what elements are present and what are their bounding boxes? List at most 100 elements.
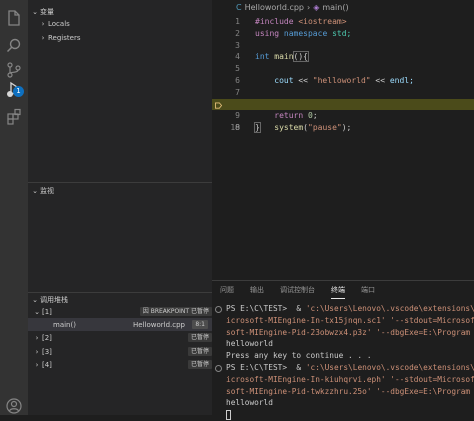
line-number: 7 bbox=[235, 87, 240, 97]
line-number: 10 bbox=[230, 123, 240, 133]
code-token: << bbox=[370, 75, 390, 85]
tab-debug-console[interactable]: 调试控制台 bbox=[272, 284, 323, 297]
code-token: int bbox=[255, 52, 270, 62]
watch-section-header[interactable]: ⌄ 监视 bbox=[28, 184, 212, 198]
chevron-down-icon: ⌄ bbox=[34, 307, 40, 316]
variables-title: 变量 bbox=[40, 8, 54, 16]
code-line: 10} bbox=[212, 122, 474, 134]
watch-title: 监视 bbox=[40, 187, 54, 195]
breadcrumb-file[interactable]: Helloworld.cpp bbox=[245, 3, 304, 12]
tab-problems[interactable]: 问题 bbox=[212, 284, 242, 297]
call-stack-thread-4[interactable]: › [4] 已暂停 bbox=[28, 358, 216, 371]
call-stack-thread-3[interactable]: › [3] 已暂停 bbox=[28, 345, 216, 358]
code-token: (){ bbox=[292, 51, 310, 63]
command-decoration-icon[interactable] bbox=[215, 306, 222, 313]
bottom-panel: 问题 输出 调试控制台 终端 端口 PS E:\C\TEST> & 'c:\Us… bbox=[212, 280, 474, 421]
files-icon[interactable] bbox=[4, 8, 24, 28]
code-token: endl; bbox=[389, 75, 414, 85]
terminal-line: soft-MIEngine-Pid-twkzzhru.25o' '--dbgEx… bbox=[226, 386, 474, 396]
code-editor: C Helloworld.cpp › ◈ main() 1 #include <i… bbox=[212, 0, 474, 280]
breadcrumb-symbol[interactable]: main() bbox=[322, 3, 348, 12]
source-control-icon[interactable] bbox=[4, 60, 24, 80]
terminal-line: Press any key to continue . . . bbox=[226, 351, 372, 361]
code-token: <iostream> bbox=[293, 17, 347, 26]
chevron-right-icon: › bbox=[41, 19, 45, 28]
code-line: 7 bbox=[212, 87, 474, 99]
code-token: "helloworld" bbox=[312, 75, 371, 85]
tab-ports[interactable]: 端口 bbox=[353, 284, 383, 297]
extensions-icon[interactable] bbox=[4, 107, 24, 127]
frame-name: main() bbox=[53, 320, 76, 329]
search-icon[interactable] bbox=[4, 36, 24, 56]
frame-line-badge: 8:1 bbox=[192, 320, 208, 329]
terminal-cursor bbox=[226, 410, 231, 421]
terminal-line: soft-MIEngine-Pid-23obwzx4.p3z' '--dbgEx… bbox=[226, 327, 474, 337]
line-number: 5 bbox=[235, 64, 240, 74]
breadcrumb: C Helloworld.cpp › ◈ main() bbox=[236, 3, 349, 12]
terminal-output[interactable]: PS E:\C\TEST> & 'c:\Users\Lenovo\.vscode… bbox=[226, 303, 474, 421]
code-token: } bbox=[254, 122, 261, 134]
terminal-token: & bbox=[291, 304, 306, 313]
chevron-down-icon: ⌄ bbox=[32, 187, 38, 195]
code-line: 5 bbox=[212, 63, 474, 75]
code-token: return bbox=[255, 111, 304, 121]
thread-label: [3] bbox=[42, 347, 52, 356]
line-number: 6 bbox=[235, 75, 240, 85]
debug-sidebar: ⌄ 变量 › Locals › Registers ⌄ 监视 ⌄ 调用堆栈 ⌄ … bbox=[28, 0, 212, 415]
code-token: namespace bbox=[279, 28, 328, 38]
variables-item-registers[interactable]: › Registers bbox=[28, 31, 222, 44]
variables-item-locals[interactable]: › Locals bbox=[28, 17, 222, 30]
thread-status-badge: 已暂停 bbox=[187, 347, 212, 356]
code-token: 0 bbox=[303, 111, 313, 121]
line-number: 4 bbox=[235, 52, 240, 62]
call-stack-thread-2[interactable]: › [2] 已暂停 bbox=[28, 331, 216, 344]
chevron-right-icon: › bbox=[41, 33, 45, 42]
terminal-line: helloworld bbox=[226, 339, 273, 349]
call-stack-title: 调用堆栈 bbox=[40, 296, 68, 304]
chevron-down-icon: ⌄ bbox=[32, 296, 38, 304]
cpp-file-icon: C bbox=[236, 3, 242, 12]
breakpoint-arrow-icon[interactable] bbox=[215, 102, 222, 109]
code-line: 3 bbox=[212, 40, 474, 52]
chevron-right-icon: › bbox=[35, 333, 39, 342]
code-token: #include bbox=[255, 17, 294, 26]
call-stack-frame-main[interactable]: main() Helloworld.cpp 8:1 bbox=[28, 318, 212, 331]
terminal-cursor-line bbox=[226, 409, 474, 421]
terminal-line: helloworld bbox=[226, 398, 273, 408]
chevron-down-icon: ⌄ bbox=[32, 8, 38, 16]
activity-bar: 1 bbox=[0, 0, 28, 415]
terminal-path: 'c:\Users\Lenovo\.vscode\extensions\ms- bbox=[305, 304, 474, 313]
code-lines[interactable]: 1 #include <iostream> 2 using namespace st… bbox=[212, 16, 474, 134]
thread-label: [2] bbox=[42, 333, 52, 342]
terminal-line: PS E:\C\TEST> & 'c:\Users\Lenovo\.vscode… bbox=[226, 303, 474, 315]
terminal-prompt: PS E:\C\TEST> bbox=[226, 304, 292, 313]
thread-label: [4] bbox=[42, 360, 52, 369]
command-decoration-icon[interactable] bbox=[215, 365, 222, 372]
call-stack-thread-1[interactable]: ⌄ [1] 因 BREAKPOINT 已暂停 bbox=[28, 305, 216, 318]
terminal-line: PS E:\C\TEST> & 'c:\Users\Lenovo\.vscode… bbox=[226, 362, 474, 374]
tab-output[interactable]: 输出 bbox=[242, 284, 272, 297]
code-token: std; bbox=[327, 28, 352, 38]
account-icon[interactable] bbox=[4, 396, 24, 416]
thread-status-badge: 已暂停 bbox=[187, 360, 212, 369]
panel-tabs: 问题 输出 调试控制台 终端 端口 bbox=[212, 284, 383, 299]
code-line: 4 int main(){ bbox=[212, 51, 474, 63]
debug-badge: 1 bbox=[13, 86, 24, 97]
terminal-line: icrosoft-MIEngine-In-kiuhqrvi.eph' '--st… bbox=[226, 374, 474, 384]
code-token: main bbox=[269, 52, 294, 62]
terminal-prompt: PS E:\C\TEST> bbox=[226, 362, 292, 372]
symbol-method-icon: ◈ bbox=[313, 3, 320, 12]
code-line: 2 using namespace std; bbox=[212, 28, 474, 40]
breadcrumb-bar: C Helloworld.cpp › ◈ main() bbox=[212, 0, 474, 17]
line-number: 9 bbox=[235, 111, 240, 121]
terminal-path: 'c:\Users\Lenovo\.vscode\extensions\ms- bbox=[305, 362, 474, 372]
tab-terminal[interactable]: 终端 bbox=[323, 284, 353, 299]
code-token: cout bbox=[255, 75, 294, 85]
variables-item-label: Registers bbox=[48, 33, 81, 42]
code-token: << bbox=[293, 75, 313, 85]
chevron-right-icon: › bbox=[35, 347, 39, 356]
code-token: using bbox=[255, 28, 280, 38]
current-debug-line: 8 system("pause"); bbox=[212, 98, 474, 132]
code-line: 9 return 0; bbox=[212, 110, 474, 122]
chevron-right-icon: › bbox=[307, 3, 311, 12]
